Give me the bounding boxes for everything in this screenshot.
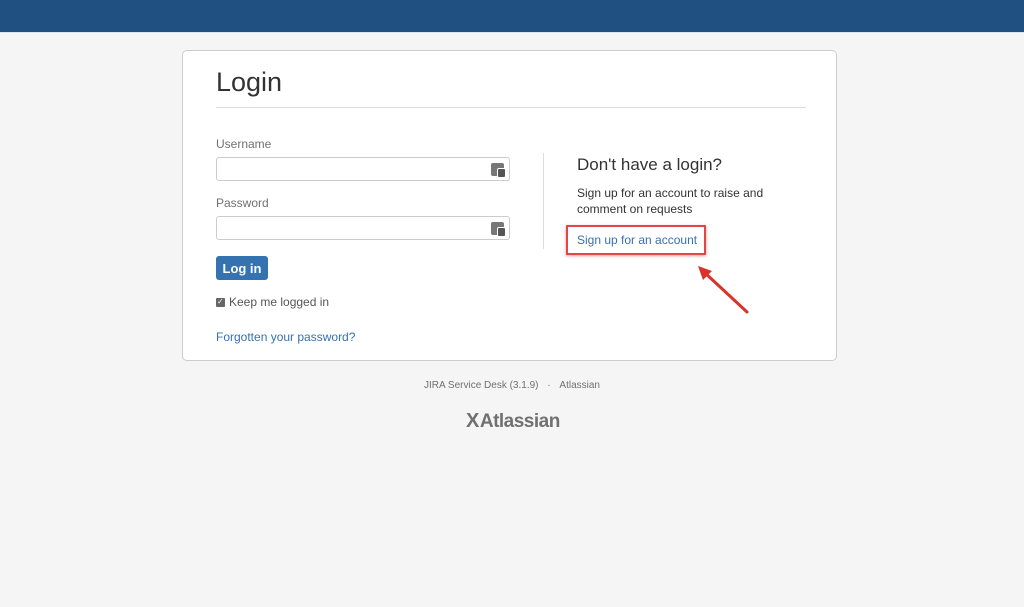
footer-separator: · bbox=[547, 380, 551, 391]
atlassian-mark-icon: X bbox=[466, 410, 479, 432]
footer: JIRA Service Desk (3.1.9) · Atlassian bbox=[0, 380, 1024, 391]
top-header-bar bbox=[0, 0, 1024, 33]
keep-logged-in-row[interactable]: Keep me logged in bbox=[216, 295, 329, 309]
atlassian-logo-text: Atlassian bbox=[479, 410, 560, 432]
username-label: Username bbox=[216, 137, 272, 151]
keep-logged-in-label: Keep me logged in bbox=[229, 295, 330, 309]
signup-description: Sign up for an account to raise and comm… bbox=[577, 186, 764, 216]
forgot-password-link[interactable]: Forgotten your password? bbox=[216, 330, 355, 344]
password-label: Password bbox=[216, 196, 269, 210]
atlassian-logo: X Atlassian bbox=[466, 410, 560, 433]
keep-logged-in-checkbox[interactable] bbox=[216, 297, 225, 307]
password-input[interactable] bbox=[216, 216, 510, 240]
annotation-arrow-icon bbox=[698, 266, 749, 314]
column-divider bbox=[543, 153, 544, 249]
page-title: Login bbox=[216, 67, 283, 97]
title-divider bbox=[216, 107, 806, 108]
login-button[interactable]: Log in bbox=[216, 256, 268, 280]
password-manager-icon[interactable] bbox=[491, 222, 506, 237]
signup-link[interactable]: Sign up for an account bbox=[577, 233, 697, 247]
signup-heading: Don't have a login? bbox=[577, 155, 723, 174]
product-version: JIRA Service Desk (3.1.9) bbox=[424, 380, 539, 391]
username-input[interactable] bbox=[216, 157, 510, 181]
atlassian-link[interactable]: Atlassian bbox=[559, 380, 600, 391]
password-manager-icon[interactable] bbox=[491, 163, 506, 178]
